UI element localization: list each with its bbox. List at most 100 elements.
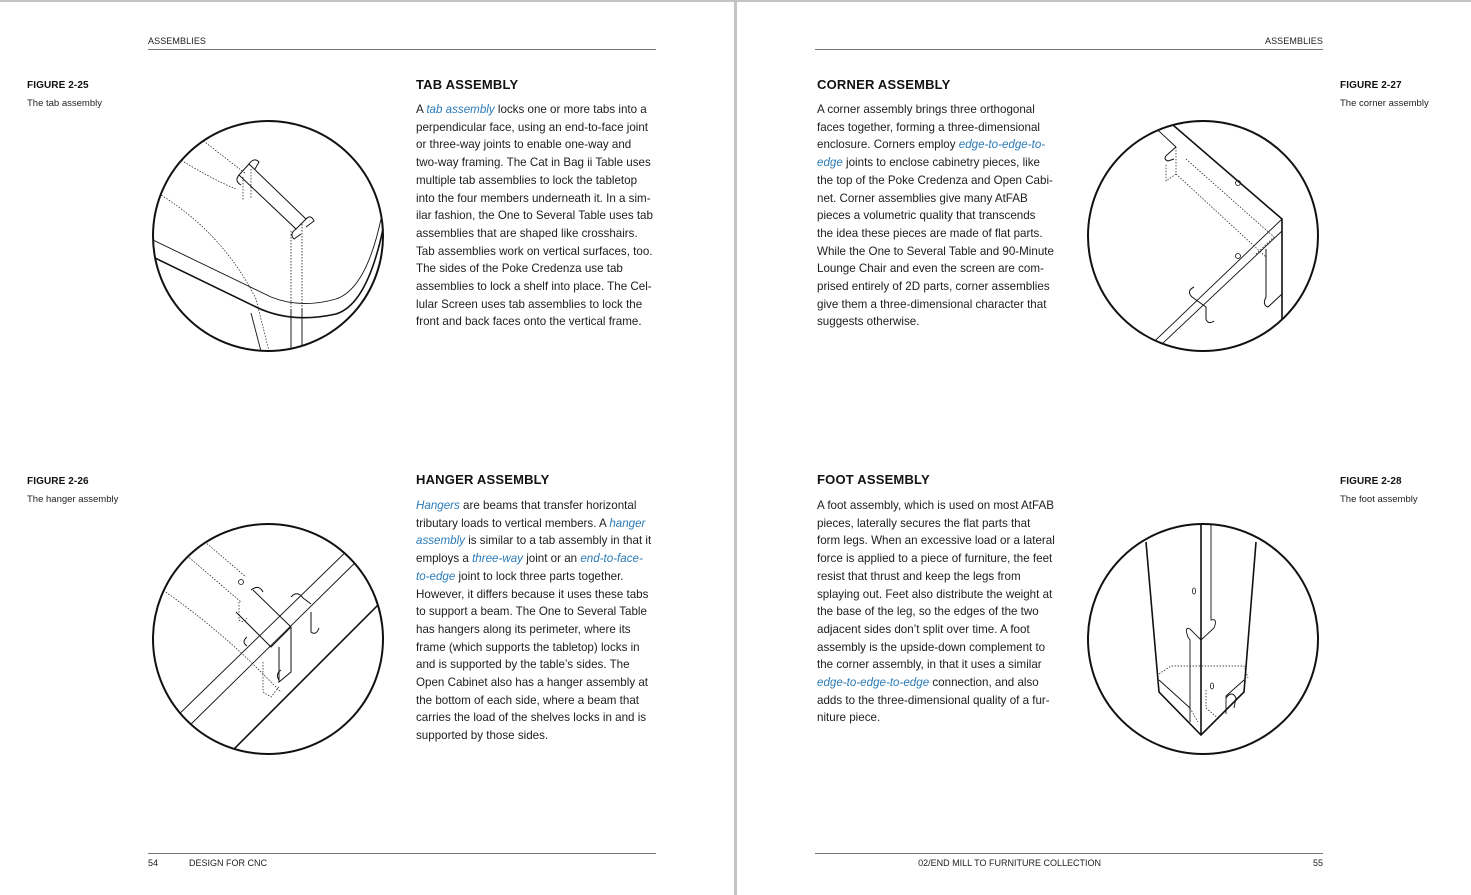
text-run: tributary loads to vertical members. A (416, 516, 610, 530)
text-run: net. Corner assemblies give many AtFAB (817, 191, 1028, 205)
glossary-term-link[interactable]: three-way (472, 552, 523, 565)
glossary-term-link[interactable]: tab assembly (426, 103, 494, 116)
text-line: front and back faces onto the vertical f… (416, 313, 656, 331)
text-run: ilar fashion, the One to Several Table u… (416, 209, 653, 223)
figure-label: FIGURE 2-25 (27, 80, 89, 91)
figure-caption: The tab assembly (27, 98, 102, 109)
text-run: frame (which supports the tabletop) lock… (416, 640, 640, 654)
text-run: A foot assembly, which is used on most A… (817, 499, 1054, 512)
text-line: the idea these pieces are made of flat p… (817, 225, 1057, 243)
glossary-term-link[interactable]: Hangers (416, 499, 460, 512)
text-run: prised entirely of 2D parts, corner asse… (817, 280, 1050, 294)
chapter-title: 02/END MILL TO FURNITURE COLLECTION (918, 858, 1101, 868)
header-rule (148, 49, 656, 50)
text-run: has hangers along its perimeter, where i… (416, 622, 631, 636)
text-run: carries the load of the shelves locks in… (416, 711, 647, 725)
section-title: CORNER ASSEMBLY (817, 77, 951, 92)
text-run: A corner assembly brings three orthogona… (817, 103, 1035, 116)
text-run: assemblies that are shaped like crosshai… (416, 226, 638, 240)
figure-label: FIGURE 2-27 (1340, 80, 1402, 91)
page-number: 54 (148, 858, 159, 868)
text-line: the top of the Poke Credenza and Open Ca… (817, 172, 1057, 190)
figure-label: FIGURE 2-26 (27, 476, 89, 487)
text-line: the corner assembly, in that it uses a s… (817, 656, 1057, 674)
section-body: A corner assembly brings three orthogona… (817, 101, 1057, 331)
text-run: However, it differs because it uses thes… (416, 587, 649, 601)
text-line: While the One to Several Table and 90-Mi… (817, 243, 1057, 261)
glossary-term-link[interactable]: hanger (609, 517, 645, 530)
text-run: the corner assembly, in that it uses a s… (817, 658, 1042, 672)
text-line: The sides of the Poke Credenza use tab (416, 260, 656, 278)
left-page: ASSEMBLIES FIGURE 2-25 The tab assembly (0, 2, 734, 895)
text-line: pieces, laterally secures the flat parts… (817, 515, 1057, 533)
text-line: Tab assemblies work on vertical surfaces… (416, 243, 656, 261)
text-line: supported by those sides. (416, 727, 656, 745)
text-run: splaying out. Feet also distribute the w… (817, 587, 1053, 601)
text-run: give them a three-dimensional character … (817, 297, 1047, 311)
header-rule (815, 49, 1323, 50)
text-line: However, it differs because it uses thes… (416, 586, 656, 604)
glossary-term-link[interactable]: assembly (416, 534, 465, 547)
text-run: joint to lock three parts together. (455, 569, 624, 583)
hanger-assembly-drawing (151, 522, 385, 756)
text-line: splaying out. Feet also distribute the w… (817, 586, 1057, 604)
section-title: HANGER ASSEMBLY (416, 472, 550, 487)
footer-rule (815, 853, 1323, 854)
text-run: resist that thrust and keep the legs fro… (817, 569, 1021, 583)
page-number: 55 (1312, 858, 1323, 868)
text-run: lular Screen uses tab assemblies to lock… (416, 297, 643, 311)
text-line: A corner assembly brings three orthogona… (817, 101, 1057, 119)
text-line: A tab assembly locks one or more tabs in… (416, 101, 656, 119)
text-line: assemblies to lock a shelf into place. T… (416, 278, 656, 296)
text-line: form legs. When an excessive load or a l… (817, 532, 1057, 550)
text-run: multiple tab assemblies to lock the tabl… (416, 173, 638, 187)
text-run: force is applied to a piece of furniture… (817, 552, 1053, 566)
text-run: the base of the leg, so the edges of the… (817, 605, 1039, 619)
glossary-term-link[interactable]: to-edge (416, 570, 455, 583)
glossary-term-link[interactable]: end-to-face- (580, 552, 643, 565)
text-line: and is supported by the table’s sides. T… (416, 656, 656, 674)
text-line: Lounge Chair and even the screen are com… (817, 260, 1057, 278)
text-line: Hangers are beams that transfer horizont… (416, 497, 656, 515)
section-title: TAB ASSEMBLY (416, 77, 519, 92)
text-line: to support a beam. The One to Several Ta… (416, 603, 656, 621)
text-run: A (416, 103, 427, 116)
section-body: Hangers are beams that transfer horizont… (416, 497, 656, 745)
text-line: the base of the leg, so the edges of the… (817, 603, 1057, 621)
glossary-term-link[interactable]: edge-to-edge-to-edge (817, 676, 929, 689)
running-head: ASSEMBLIES (148, 36, 207, 46)
text-line: Open Cabinet also has a hanger assembly … (416, 674, 656, 692)
book-title: DESIGN FOR CNC (189, 858, 268, 868)
text-line: multiple tab assemblies to lock the tabl… (416, 172, 656, 190)
text-line: suggests otherwise. (817, 313, 1057, 331)
text-run: joint or an (522, 552, 581, 566)
text-line: force is applied to a piece of furniture… (817, 550, 1057, 568)
text-run: the bottom of each side, where a beam th… (416, 693, 639, 707)
text-run: joints to enclose cabinetry pieces, like (842, 156, 1040, 170)
text-run: While the One to Several Table and 90-Mi… (817, 244, 1054, 258)
text-run: Lounge Chair and even the screen are com… (817, 262, 1044, 276)
text-run: Open Cabinet also has a hanger assembly … (416, 676, 649, 690)
text-run: and is supported by the table’s sides. T… (416, 658, 630, 672)
text-run: perpendicular face, using an end-to-face… (416, 120, 649, 134)
tab-assembly-drawing (151, 119, 385, 353)
text-line: lular Screen uses tab assemblies to lock… (416, 296, 656, 314)
section-body: A tab assembly locks one or more tabs in… (416, 101, 656, 331)
text-line: assemblies that are shaped like crosshai… (416, 225, 656, 243)
glossary-term-link[interactable]: edge-to-edge-to- (959, 138, 1045, 151)
text-run: two-way framing. The Cat in Bag ii Table… (416, 156, 651, 170)
text-run: the top of the Poke Credenza and Open Ca… (817, 173, 1053, 187)
text-line: resist that thrust and keep the legs fro… (817, 568, 1057, 586)
text-line: faces together, forming a three-dimensio… (817, 119, 1057, 137)
text-line: perpendicular face, using an end-to-face… (416, 119, 656, 137)
text-run: suggests otherwise. (817, 315, 920, 329)
text-run: Tab assemblies work on vertical surfaces… (416, 244, 653, 258)
glossary-term-link[interactable]: edge (817, 156, 843, 169)
text-line: tributary loads to vertical members. A h… (416, 515, 656, 533)
text-line: assembly is similar to a tab assembly in… (416, 532, 656, 550)
text-line: edge joints to enclose cabinetry pieces,… (817, 154, 1057, 172)
text-run: adjacent sides don’t split over time. A … (817, 622, 1030, 636)
text-line: edge-to-edge-to-edge connection, and als… (817, 674, 1057, 692)
figure-caption: The hanger assembly (27, 494, 119, 505)
text-run: connection, and also (929, 676, 1039, 690)
